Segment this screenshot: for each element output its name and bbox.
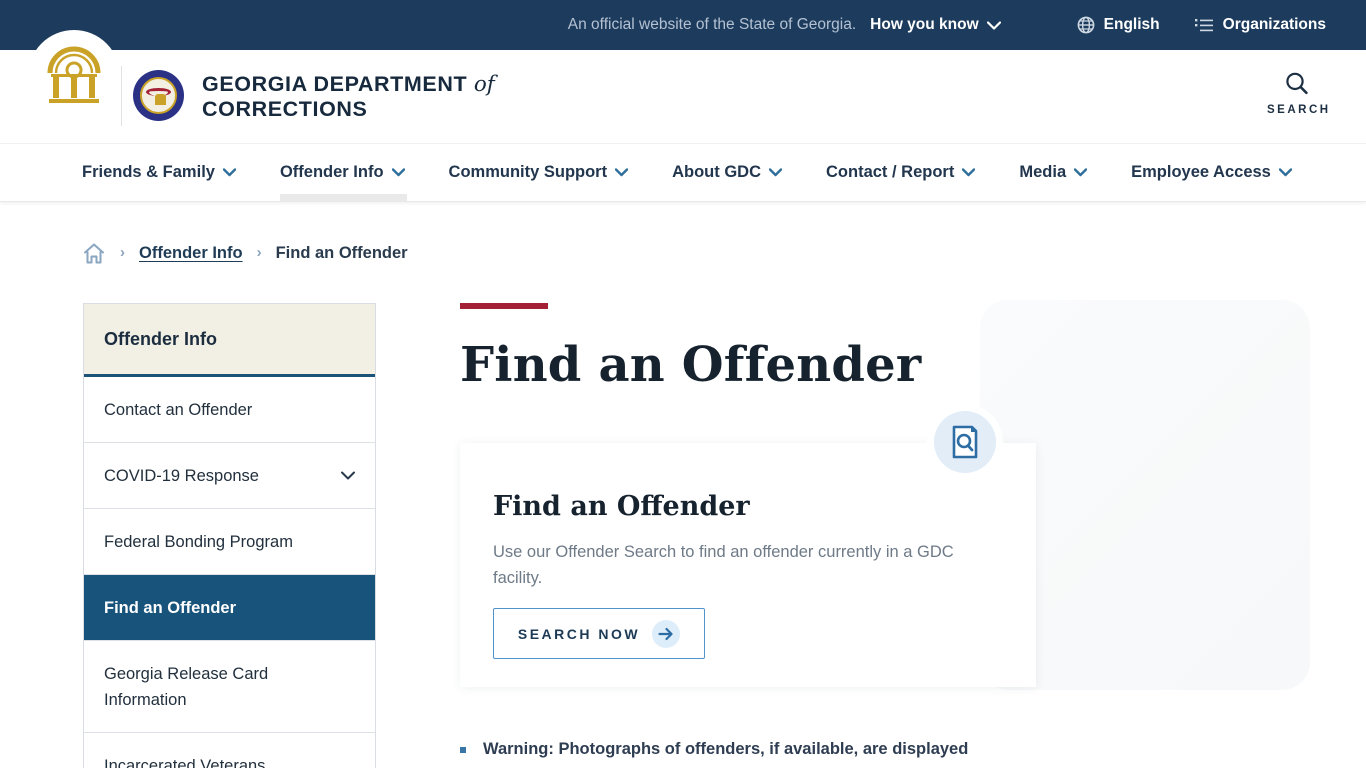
how-you-know-toggle[interactable]: How you know xyxy=(870,16,1001,34)
sidebar-item-federal-bonding-program[interactable]: Federal Bonding Program xyxy=(84,509,375,575)
official-website-text: An official website of the State of Geor… xyxy=(567,16,857,33)
list-icon xyxy=(1194,17,1214,33)
nav-item-media[interactable]: Media xyxy=(1019,143,1088,202)
sidebar-item-contact-an-offender[interactable]: Contact an Offender xyxy=(84,377,375,443)
search-now-button[interactable]: SEARCH NOW xyxy=(493,608,705,659)
nav-label: About GDC xyxy=(672,163,762,181)
search-now-label: SEARCH NOW xyxy=(517,625,641,642)
nav-label: Community Support xyxy=(448,163,608,181)
chevron-down-icon xyxy=(222,168,236,177)
nav-label: Media xyxy=(1019,163,1067,181)
nav-label: Contact / Report xyxy=(826,163,955,181)
sidebar-item-covid-19-response[interactable]: COVID-19 Response xyxy=(84,443,375,509)
nav-item-contact-report[interactable]: Contact / Report xyxy=(826,143,976,202)
find-offender-card: Find an Offender Use our Offender Search… xyxy=(460,411,1036,687)
nav-label: Employee Access xyxy=(1131,163,1271,181)
sidebar-item-label: Georgia Release Card Information xyxy=(104,664,269,709)
search-icon xyxy=(1267,70,1327,98)
nav-item-community-support[interactable]: Community Support xyxy=(449,143,629,202)
breadcrumb-link-offender-info[interactable]: Offender Info xyxy=(139,244,243,263)
chevron-down-icon xyxy=(769,168,783,177)
sidebar-item-label: Incarcerated Veterans xyxy=(104,757,266,768)
how-you-know-label: How you know xyxy=(870,16,979,33)
topbar-right-group: English Organizations xyxy=(1077,16,1326,34)
chevron-down-icon xyxy=(1074,168,1088,177)
language-label: English xyxy=(1103,16,1160,33)
chevron-down-icon xyxy=(391,168,405,177)
government-topbar: An official website of the State of Geor… xyxy=(0,0,1366,50)
nav-label: Offender Info xyxy=(279,163,384,181)
header-divider xyxy=(121,66,122,126)
sidebar-item-georgia-release-card[interactable]: Georgia Release Card Information xyxy=(84,641,375,733)
nav-label: Friends & Family xyxy=(82,163,215,181)
sidebar-item-label: Federal Bonding Program xyxy=(104,532,293,551)
main-nav: Friends & Family Offender Info Community… xyxy=(0,143,1366,202)
agency-name-connector: of xyxy=(473,72,495,97)
sidebar-item-label: Contact an Offender xyxy=(104,400,253,419)
site-header: GEORGIA DEPARTMENT of CORRECTIONS SEARCH xyxy=(0,30,1366,143)
nav-item-about-gdc[interactable]: About GDC xyxy=(672,143,783,202)
page: An official website of the State of Geor… xyxy=(0,0,1366,768)
georgia-arch-logo[interactable] xyxy=(28,30,120,122)
main-content: Find an Offender Find an Offender Use ou… xyxy=(460,303,1120,687)
organizations-button[interactable]: Organizations xyxy=(1194,16,1326,34)
globe-icon xyxy=(1077,16,1095,34)
warning-list-item: Warning: Photographs of offenders, if av… xyxy=(460,740,1043,759)
chevron-down-icon xyxy=(962,168,976,177)
chevron-down-icon xyxy=(1278,168,1292,177)
gdc-department-seal xyxy=(133,70,184,121)
bullet-icon xyxy=(460,747,466,753)
document-search-icon xyxy=(934,411,996,473)
sidebar-item-incarcerated-veterans[interactable]: Incarcerated Veterans xyxy=(84,733,375,768)
nav-item-employee-access[interactable]: Employee Access xyxy=(1131,143,1292,202)
section-sidebar: Offender Info Contact an Offender COVID-… xyxy=(83,303,376,768)
breadcrumb-separator: › xyxy=(120,244,125,261)
breadcrumb-separator: › xyxy=(256,244,262,261)
nav-item-offender-info[interactable]: Offender Info xyxy=(279,143,407,202)
warning-text: Warning: Photographs of offenders, if av… xyxy=(483,740,969,758)
agency-name[interactable]: GEORGIA DEPARTMENT of CORRECTIONS xyxy=(202,72,495,121)
sidebar-item-find-an-offender[interactable]: Find an Offender xyxy=(84,575,375,641)
chevron-down-icon xyxy=(615,168,629,177)
sidebar-item-label: Find an Offender xyxy=(104,598,236,617)
sidebar-item-label: COVID-19 Response xyxy=(104,466,259,485)
search-label: SEARCH xyxy=(1267,104,1331,116)
arrow-right-icon xyxy=(652,619,681,648)
card-heading: Find an Offender xyxy=(493,491,750,522)
title-accent-bar xyxy=(460,303,548,309)
page-title: Find an Offender xyxy=(460,337,922,393)
chevron-down-icon xyxy=(341,471,355,480)
nav-item-friends-family[interactable]: Friends & Family xyxy=(82,143,236,202)
language-button[interactable]: English xyxy=(1077,16,1160,34)
home-icon[interactable] xyxy=(82,242,106,265)
organizations-label: Organizations xyxy=(1222,16,1326,33)
header-search-button[interactable]: SEARCH xyxy=(1267,70,1331,116)
agency-name-line2: CORRECTIONS xyxy=(202,97,368,121)
breadcrumb: › Offender Info › Find an Offender xyxy=(82,242,408,265)
agency-name-line1: GEORGIA DEPARTMENT xyxy=(202,72,468,96)
card-description: Use our Offender Search to find an offen… xyxy=(493,543,954,587)
breadcrumb-current: Find an Offender xyxy=(275,244,408,262)
chevron-down-icon xyxy=(986,20,1001,30)
sidebar-title: Offender Info xyxy=(84,304,375,377)
